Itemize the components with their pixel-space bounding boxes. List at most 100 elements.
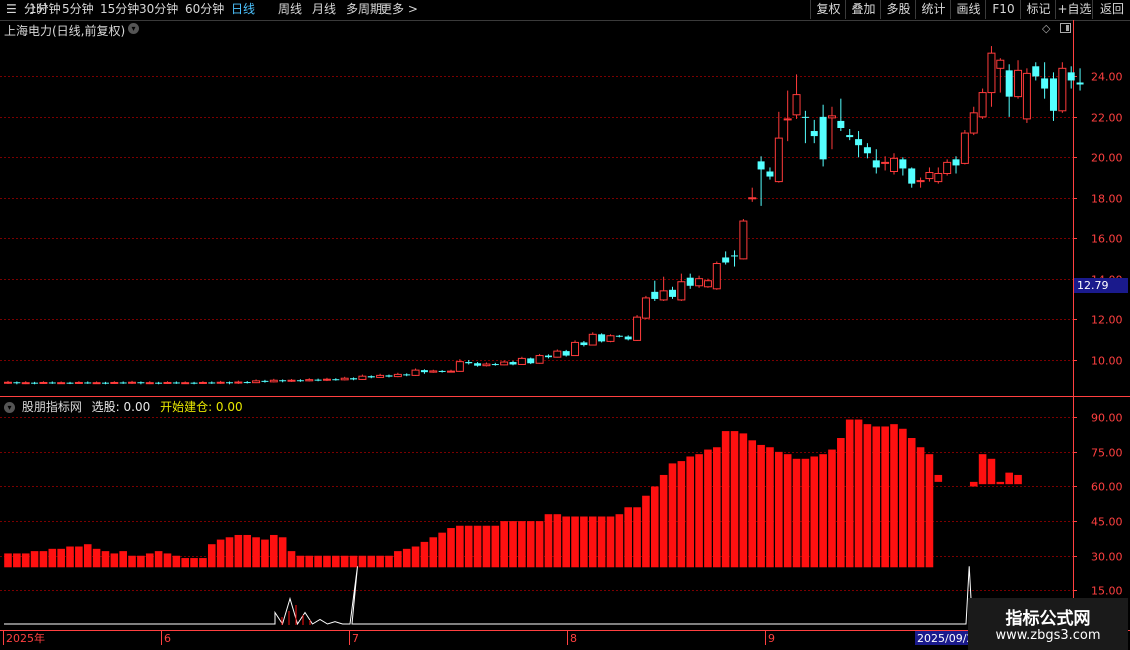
price-tick-label: 24.00 <box>1091 71 1123 84</box>
indicator-bar <box>48 548 57 568</box>
indicator-bar <box>969 481 978 487</box>
candle-body-down <box>810 131 818 137</box>
indicator-bar <box>810 456 819 568</box>
candle-body-up <box>890 157 898 172</box>
candle-body-up <box>827 115 836 119</box>
indicator-bar <box>137 555 145 568</box>
candle-body-down <box>261 380 269 382</box>
indicator-bar <box>837 438 845 568</box>
candle-body-down <box>598 334 606 342</box>
indicator-bar <box>75 546 83 568</box>
indicator-bar <box>323 555 331 568</box>
candle-body-down <box>13 382 21 384</box>
candle-body-down <box>615 335 623 337</box>
indicator-bar <box>287 551 296 568</box>
indicator-menu-icon[interactable]: ▾ <box>4 402 15 413</box>
candle-body-up <box>659 290 668 301</box>
indicator-bar <box>420 541 429 568</box>
indicator-bar <box>553 514 562 568</box>
stock-title: 上海电力(日线,前复权) <box>4 24 126 38</box>
watermark: 指标公式网 www.zbgs3.com <box>968 598 1128 650</box>
indicator-bar <box>57 548 65 568</box>
candle-body-up <box>712 263 721 290</box>
indicator-bar <box>216 539 225 568</box>
indicator-bar <box>597 516 606 568</box>
candle-body-up <box>606 335 615 342</box>
indicator-bar <box>340 555 349 568</box>
candle-body-up <box>322 378 331 381</box>
candle-body-down <box>31 382 39 384</box>
indicator-bar <box>766 447 774 568</box>
candle-body-up <box>881 161 890 164</box>
candle-body-down <box>350 378 358 380</box>
indicator-build: 开始建仓: 0.00 <box>160 400 243 414</box>
candle-body-up <box>39 381 48 384</box>
candle-body-up <box>978 92 987 118</box>
indicator-bar <box>367 555 376 568</box>
indicator-bar <box>801 458 810 568</box>
indicator-bar <box>30 551 39 568</box>
candle-body-down <box>819 116 827 160</box>
indicator-bar <box>39 551 48 568</box>
price-tick-label: 22.00 <box>1091 112 1123 125</box>
diamond-icon[interactable]: ◇ <box>1042 22 1050 35</box>
candle-body-down <box>757 161 765 170</box>
candle-body-up <box>960 132 969 164</box>
window-icon[interactable] <box>1060 23 1071 33</box>
candle-body-up <box>695 278 704 287</box>
candle-body-down <box>766 171 774 177</box>
indicator-bar <box>775 451 783 568</box>
candle-body-up <box>163 381 172 384</box>
price-tick-label: 20.00 <box>1091 152 1123 165</box>
indicator-bar <box>243 534 252 568</box>
indicator-bar <box>695 454 703 568</box>
indicator-bar <box>562 516 570 568</box>
candle-body-down <box>669 289 676 297</box>
indicator-tick-label: 75.00 <box>1091 447 1123 460</box>
candle-body-up <box>739 220 748 260</box>
candle-body-down <box>846 135 854 138</box>
candle-body-down <box>731 255 739 257</box>
candle-body-up <box>969 112 978 134</box>
candle-body-down <box>855 139 863 146</box>
indicator-bar <box>456 525 464 568</box>
indicator-bar <box>101 551 110 568</box>
candle-body-up <box>269 379 278 383</box>
candle-body-down <box>491 364 499 366</box>
candle-body-up <box>996 59 1005 69</box>
candle-body-down <box>119 382 127 384</box>
candle-body-down <box>651 291 659 299</box>
candle-body-down <box>420 370 428 373</box>
indicator-bar <box>580 516 588 568</box>
indicator-bar <box>234 534 243 568</box>
indicator-bar <box>748 440 757 568</box>
candle-body-up <box>110 381 119 384</box>
x-tick-label: 8 <box>570 632 577 645</box>
candle-body-down <box>1005 70 1013 97</box>
x-tick-label: 6 <box>164 632 171 645</box>
indicator-bar <box>181 558 189 568</box>
indicator-bar <box>199 558 207 568</box>
candle-body-up <box>934 173 943 183</box>
candle-body-up <box>198 381 207 384</box>
candle-body-down <box>226 382 233 384</box>
candle-body-up <box>571 341 580 357</box>
chevron-down-icon[interactable]: ▾ <box>128 23 139 34</box>
candle-body-down <box>465 362 473 364</box>
indicator-bar <box>172 555 181 568</box>
candle-body-up <box>429 370 438 373</box>
indicator-bar <box>925 454 934 568</box>
x-cursor-label: 2025/09/2 <box>917 632 973 645</box>
candle-body-down <box>952 159 960 166</box>
indicator-bar <box>252 537 260 568</box>
indicator-bar <box>500 521 508 568</box>
candle-body-up <box>774 137 783 183</box>
candle-body-up <box>455 361 464 372</box>
candle-body-down <box>101 382 109 384</box>
indicator-bar <box>464 525 473 568</box>
indicator-bar <box>668 463 677 568</box>
candle-body-down <box>722 257 730 263</box>
candle-body-down <box>84 382 92 384</box>
candle-body-up <box>181 382 190 385</box>
indicator-bar <box>349 555 358 568</box>
